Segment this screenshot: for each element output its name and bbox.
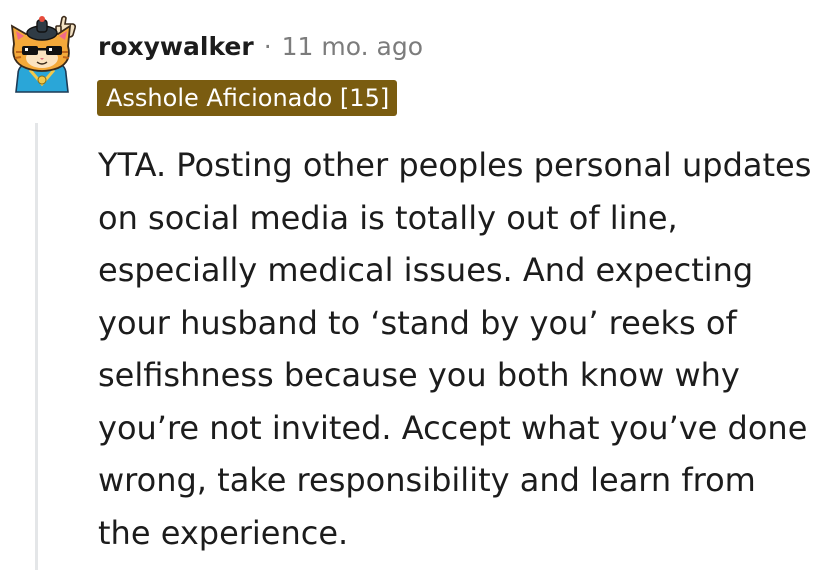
user-flair-badge: Asshole Aficionado [15] — [97, 80, 398, 116]
meta-separator: · — [263, 31, 272, 61]
username-link[interactable]: roxywalker — [98, 32, 254, 61]
comment-meta: roxywalker · 11 mo. ago — [98, 28, 423, 64]
comment-body: YTA. Posting other peoples personal upda… — [98, 146, 812, 552]
user-avatar-icon[interactable] — [4, 14, 80, 94]
comment: roxywalker · 11 mo. ago Asshole Aficiona… — [0, 0, 837, 570]
timestamp-link[interactable]: 11 mo. ago — [282, 32, 423, 61]
thread-line[interactable] — [35, 123, 38, 570]
